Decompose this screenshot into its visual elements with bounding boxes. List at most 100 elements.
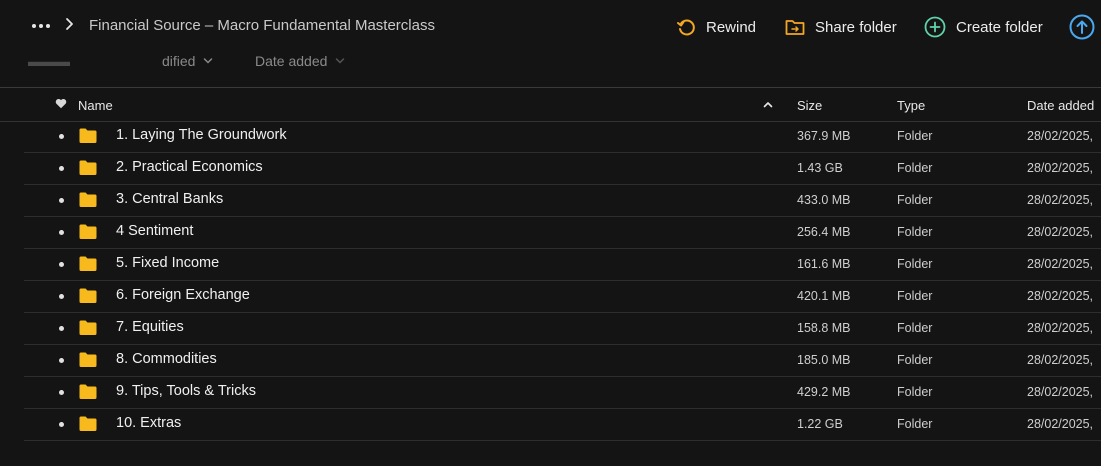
- table-row[interactable]: 4 Sentiment 256.4 MB Folder 28/02/2025,: [24, 217, 1101, 249]
- file-name: 10. Extras: [116, 415, 182, 431]
- file-date-added: 28/02/2025,: [1027, 321, 1094, 335]
- table-header: Name Size Type Date added: [0, 90, 1101, 120]
- file-type: Folder: [897, 225, 933, 239]
- folder-icon: [79, 256, 97, 271]
- file-type: Folder: [897, 353, 933, 367]
- folder-icon: [79, 128, 97, 143]
- file-size: 185.0 MB: [797, 353, 851, 367]
- file-name: 1. Laying The Groundwork: [116, 127, 287, 143]
- table-row[interactable]: 6. Foreign Exchange 420.1 MB Folder 28/0…: [24, 281, 1101, 313]
- file-date-added: 28/02/2025,: [1027, 129, 1094, 143]
- folder-icon: [79, 416, 97, 431]
- table-row[interactable]: 2. Practical Economics 1.43 GB Folder 28…: [24, 153, 1101, 185]
- sort-options-row: ▬▬▬ dified Date added: [0, 50, 1101, 74]
- header-divider: [0, 87, 1101, 88]
- table-row[interactable]: 7. Equities 158.8 MB Folder 28/02/2025,: [24, 313, 1101, 345]
- table-row[interactable]: 10. Extras 1.22 GB Folder 28/02/2025,: [24, 409, 1101, 441]
- table-row[interactable]: 8. Commodities 185.0 MB Folder 28/02/202…: [24, 345, 1101, 377]
- file-size: 1.43 GB: [797, 161, 843, 175]
- file-name: 6. Foreign Exchange: [116, 287, 250, 303]
- bullet-icon: [59, 198, 64, 203]
- share-folder-button[interactable]: Share folder: [785, 14, 897, 40]
- bullet-icon: [59, 134, 64, 139]
- bullet-icon: [59, 390, 64, 395]
- table-row[interactable]: 3. Central Banks 433.0 MB Folder 28/02/2…: [24, 185, 1101, 217]
- column-header-size[interactable]: Size: [797, 98, 822, 113]
- file-type: Folder: [897, 417, 933, 431]
- bullet-icon: [59, 358, 64, 363]
- file-type: Folder: [897, 161, 933, 175]
- rewind-icon: [677, 19, 695, 36]
- table-row[interactable]: 9. Tips, Tools & Tricks 429.2 MB Folder …: [24, 377, 1101, 409]
- caret-up-icon[interactable]: [763, 101, 773, 108]
- chevron-down-icon: [204, 58, 213, 64]
- file-date-added: 28/02/2025,: [1027, 385, 1094, 399]
- more-options-icon[interactable]: [28, 14, 54, 38]
- folder-icon: [79, 160, 97, 175]
- create-folder-button[interactable]: Create folder: [924, 14, 1043, 40]
- heart-icon[interactable]: [55, 98, 67, 109]
- file-name: 9. Tips, Tools & Tricks: [116, 383, 256, 399]
- table-row[interactable]: 5. Fixed Income 161.6 MB Folder 28/02/20…: [24, 249, 1101, 281]
- file-name: 5. Fixed Income: [116, 255, 220, 271]
- rewind-label: Rewind: [706, 18, 757, 36]
- file-date-added: 28/02/2025,: [1027, 257, 1094, 271]
- file-size: 161.6 MB: [797, 257, 851, 271]
- folder-icon: [79, 384, 97, 399]
- file-browser: Financial Source – Macro Fundamental Mas…: [0, 0, 1101, 466]
- file-size: 158.8 MB: [797, 321, 851, 335]
- column-header-name[interactable]: Name: [78, 98, 113, 113]
- bullet-icon: [59, 166, 64, 171]
- table-row[interactable]: 1. Laying The Groundwork 367.9 MB Folder…: [24, 121, 1101, 153]
- file-type: Folder: [897, 385, 933, 399]
- file-date-added: 28/02/2025,: [1027, 353, 1094, 367]
- folder-icon: [79, 352, 97, 367]
- file-size: 433.0 MB: [797, 193, 851, 207]
- bullet-icon: [59, 230, 64, 235]
- file-size: 367.9 MB: [797, 129, 851, 143]
- shared-folder-icon: [785, 20, 805, 35]
- folder-icon: [79, 320, 97, 335]
- column-header-date-added[interactable]: Date added: [1027, 98, 1094, 113]
- file-size: 420.1 MB: [797, 289, 851, 303]
- upload-arrow-icon[interactable]: [1069, 14, 1095, 40]
- column-header-type[interactable]: Type: [897, 98, 925, 113]
- file-date-added: 28/02/2025,: [1027, 193, 1094, 207]
- sort-date-added-dropdown[interactable]: Date added: [255, 53, 345, 69]
- file-date-added: 28/02/2025,: [1027, 161, 1094, 175]
- sort-date-added-label: Date added: [255, 53, 328, 69]
- file-date-added: 28/02/2025,: [1027, 225, 1094, 239]
- chevron-down-icon: [336, 58, 345, 64]
- file-type: Folder: [897, 289, 933, 303]
- top-bar: Financial Source – Macro Fundamental Mas…: [0, 0, 1101, 52]
- file-type: Folder: [897, 193, 933, 207]
- plus-circle-icon: [924, 16, 946, 38]
- folder-icon: [79, 192, 97, 207]
- rewind-button[interactable]: Rewind: [676, 14, 756, 40]
- file-name: 7. Equities: [116, 319, 184, 335]
- folder-icon: [79, 288, 97, 303]
- breadcrumb-current-folder[interactable]: Financial Source – Macro Fundamental Mas…: [89, 17, 435, 34]
- file-type: Folder: [897, 129, 933, 143]
- chevron-right-icon: [66, 18, 73, 30]
- sort-option-faded[interactable]: ▬▬▬: [28, 53, 70, 69]
- file-date-added: 28/02/2025,: [1027, 417, 1094, 431]
- file-size: 256.4 MB: [797, 225, 851, 239]
- create-folder-label: Create folder: [956, 18, 1043, 36]
- file-name: 4 Sentiment: [116, 223, 194, 239]
- file-type: Folder: [897, 257, 933, 271]
- bullet-icon: [59, 262, 64, 267]
- file-name: 2. Practical Economics: [116, 159, 263, 175]
- bullet-icon: [59, 294, 64, 299]
- folder-icon: [79, 224, 97, 239]
- file-name: 8. Commodities: [116, 351, 217, 367]
- sort-modified-dropdown[interactable]: dified: [162, 53, 213, 69]
- file-type: Folder: [897, 321, 933, 335]
- sort-modified-label: dified: [162, 53, 196, 69]
- file-name: 3. Central Banks: [116, 191, 224, 207]
- bullet-icon: [59, 422, 64, 427]
- file-date-added: 28/02/2025,: [1027, 289, 1094, 303]
- file-size: 1.22 GB: [797, 417, 843, 431]
- share-folder-label: Share folder: [815, 18, 897, 36]
- bullet-icon: [59, 326, 64, 331]
